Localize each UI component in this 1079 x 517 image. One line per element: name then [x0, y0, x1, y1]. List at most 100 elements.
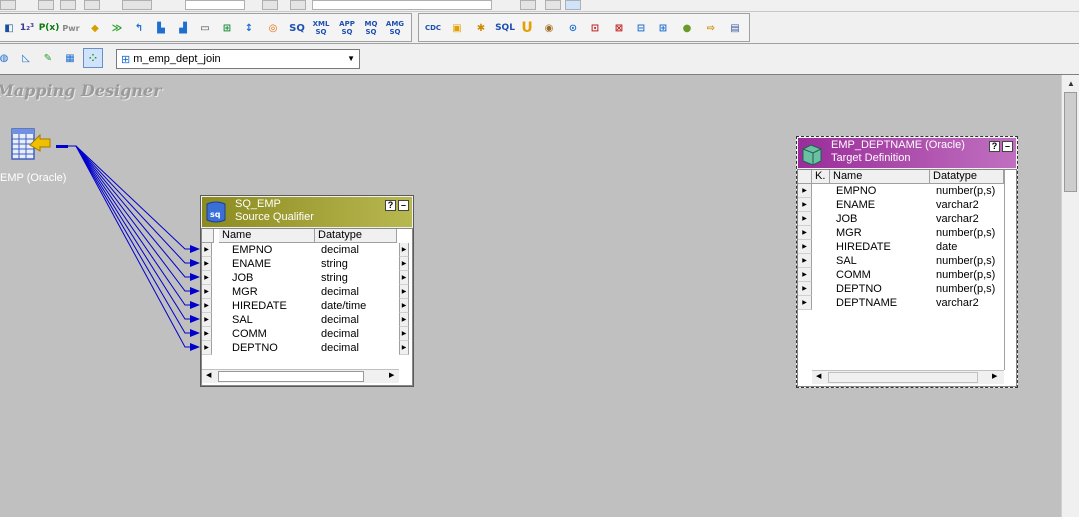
target-definition-window[interactable]: EMP_DEPTNAME (Oracle) Target Definition … [796, 136, 1018, 388]
column-header-datatype[interactable]: Datatype [315, 229, 397, 243]
port-row[interactable]: ▶ HIREDATE date [798, 240, 1016, 254]
port-row[interactable]: ▶ DEPTNAME varchar2 [798, 296, 1016, 310]
port-row[interactable]: ▶ MGR number(p,s) [798, 226, 1016, 240]
union-u-icon[interactable]: U [517, 18, 537, 38]
iconize-icon[interactable]: ⁘ [83, 48, 103, 68]
row-selector[interactable]: ▶ [202, 243, 212, 257]
input-port-arrow[interactable]: ▶ [798, 254, 812, 268]
toolbar-button[interactable] [545, 0, 561, 10]
amg-source-qualifier-icon[interactable]: AMG SQ [385, 18, 405, 38]
update-strategy-icon[interactable]: ↰ [129, 18, 149, 38]
minimize-button[interactable]: – [1002, 141, 1013, 152]
row-selector[interactable]: ▶ [202, 285, 212, 299]
mapplet-input-icon[interactable]: ⊡ [585, 18, 605, 38]
scroll-up-icon[interactable]: ▲ [1067, 79, 1075, 88]
toolbar-button[interactable] [565, 0, 581, 10]
union-icon[interactable]: ⊞ [217, 18, 237, 38]
vertical-scrollbar[interactable]: ▲ [1061, 75, 1079, 517]
sorter-icon[interactable]: ↕ [239, 18, 259, 38]
mapping-designer-canvas[interactable]: Mapping Designer EMP (Oracle) sq SQ_EMP … [0, 75, 1061, 517]
port-row[interactable]: ▶ MGR decimal ▶ [202, 285, 412, 299]
input-port-arrow[interactable]: ▶ [798, 268, 812, 282]
scrollbar-thumb[interactable] [1064, 92, 1077, 192]
scrollbar-thumb[interactable] [218, 371, 364, 382]
rank-icon[interactable]: ▙ [151, 18, 171, 38]
mapplet-output-icon[interactable]: ⊠ [609, 18, 629, 38]
cdc-icon[interactable]: CDC [423, 18, 443, 38]
port-row[interactable]: ▶ HIREDATE date/time ▶ [202, 299, 412, 313]
toolbar-button[interactable] [0, 0, 16, 10]
data-masking-icon[interactable]: ● [677, 18, 697, 38]
input-port-arrow[interactable]: ▶ [798, 184, 812, 198]
port-row[interactable]: ▶ DEPTNO decimal ▶ [202, 341, 412, 355]
input-port-arrow[interactable]: ▶ [798, 212, 812, 226]
output-port-arrow[interactable]: ▶ [399, 243, 409, 257]
mq-source-qualifier-icon[interactable]: MQ SQ [361, 18, 381, 38]
scrollbar-track[interactable] [828, 372, 978, 383]
input-port-arrow[interactable]: ▶ [798, 198, 812, 212]
toolbar-field[interactable] [185, 0, 245, 10]
port-row[interactable]: ▶ COMM number(p,s) [798, 268, 1016, 282]
edit-icon[interactable]: ✎ [38, 48, 58, 68]
app-source-qualifier-icon[interactable]: APP SQ [337, 18, 357, 38]
row-selector[interactable]: ▶ [202, 313, 212, 327]
horizontal-scrollbar[interactable]: ◀ ▶ [202, 369, 399, 383]
horizontal-scrollbar[interactable]: ◀ ▶ [812, 370, 1004, 384]
zoom-icon[interactable]: ◍ [0, 48, 14, 68]
window-icon[interactable]: ▤ [725, 18, 745, 38]
table-icon[interactable]: ▦ [60, 48, 80, 68]
input-port-arrow[interactable]: ▶ [798, 226, 812, 240]
toolbar-button[interactable] [520, 0, 536, 10]
output-port-arrow[interactable]: ▶ [399, 257, 409, 271]
row-selector[interactable]: ▶ [202, 341, 212, 355]
java-icon[interactable]: ▣ [447, 18, 467, 38]
row-selector[interactable]: ▶ [202, 299, 212, 313]
input-port-arrow[interactable]: ▶ [798, 282, 812, 296]
input-port-arrow[interactable]: ▶ [798, 296, 812, 310]
input-port-arrow[interactable]: ▶ [798, 240, 812, 254]
port-row[interactable]: ▶ EMPNO decimal ▶ [202, 243, 412, 257]
xml-generator-icon[interactable]: ⊟ [631, 18, 651, 38]
source-qualifier-window[interactable]: sq SQ_EMP Source Qualifier ? – Name Data… [200, 195, 414, 387]
xml-parser-icon[interactable]: ⊞ [653, 18, 673, 38]
xml-source-qualifier-icon[interactable]: XML SQ [311, 18, 331, 38]
column-header-datatype[interactable]: Datatype [930, 170, 1004, 184]
toolbar-button[interactable] [84, 0, 100, 10]
output-port-arrow[interactable]: ▶ [399, 327, 409, 341]
target-definition-header[interactable]: EMP_DEPTNAME (Oracle) Target Definition … [798, 138, 1016, 168]
column-header-name[interactable]: Name [219, 229, 315, 243]
port-row[interactable]: ▶ ENAME string ▶ [202, 257, 412, 271]
port-row[interactable]: ▶ DEPTNO number(p,s) [798, 282, 1016, 296]
source-qualifier-header[interactable]: sq SQ_EMP Source Qualifier ? – [202, 197, 412, 227]
custom-icon[interactable]: ✱ [471, 18, 491, 38]
router-icon[interactable]: ◆ [85, 18, 105, 38]
source-qualifier-icon[interactable]: SQ [287, 18, 307, 38]
row-selector[interactable]: ▶ [202, 327, 212, 341]
aggregator-icon[interactable]: ▟ [173, 18, 193, 38]
row-selector[interactable]: ▶ [202, 257, 212, 271]
toolbar-field[interactable] [312, 0, 492, 10]
port-row[interactable]: ▶ EMPNO number(p,s) [798, 184, 1016, 198]
toolbar-button[interactable] [290, 0, 306, 10]
toolbar-button[interactable] [122, 0, 152, 10]
scroll-left-icon[interactable]: ◀ [816, 372, 821, 380]
port-row[interactable]: ▶ SAL number(p,s) [798, 254, 1016, 268]
output-port-arrow[interactable]: ▶ [399, 299, 409, 313]
toolbar-button[interactable] [38, 0, 54, 10]
transaction-control-icon[interactable]: ◉ [539, 18, 559, 38]
procedure-icon[interactable]: P(x) [39, 18, 60, 38]
column-header-name[interactable]: Name [830, 170, 930, 184]
chevron-down-icon[interactable]: ▼ [347, 54, 355, 63]
column-header-key[interactable]: K. [812, 170, 830, 184]
lookup-search-icon[interactable]: ⊙ [563, 18, 583, 38]
expression-icon[interactable]: ▭ [195, 18, 215, 38]
lookup-icon[interactable]: ◎ [263, 18, 283, 38]
sequence-generator-icon[interactable]: 1₂³ [17, 18, 37, 38]
output-port-arrow[interactable]: ▶ [399, 271, 409, 285]
port-row[interactable]: ▶ JOB varchar2 [798, 212, 1016, 226]
sql-icon[interactable]: SQL [493, 18, 517, 38]
port-row[interactable]: ▶ COMM decimal ▶ [202, 327, 412, 341]
toolbar-button[interactable] [262, 0, 278, 10]
scroll-right-icon[interactable]: ▶ [992, 372, 997, 380]
output-port-arrow[interactable]: ▶ [399, 341, 409, 355]
